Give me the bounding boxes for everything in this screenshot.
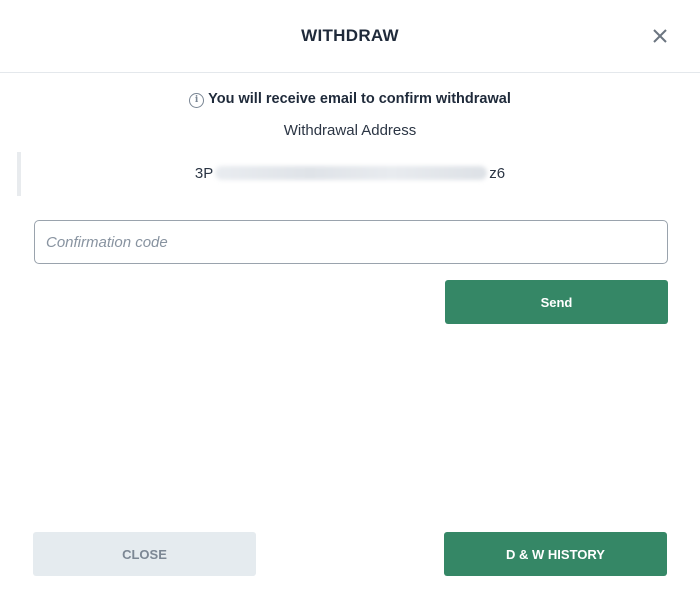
modal-title: WITHDRAW bbox=[301, 26, 399, 45]
address-redacted bbox=[215, 166, 488, 180]
send-button[interactable]: Send bbox=[445, 280, 668, 324]
close-icon[interactable] bbox=[650, 26, 670, 46]
withdrawal-address-value: 3P z6 bbox=[0, 165, 700, 182]
confirmation-code-input[interactable] bbox=[34, 220, 668, 264]
email-confirm-notice: i You will receive email to confirm withd… bbox=[0, 91, 700, 108]
info-icon: i bbox=[189, 93, 205, 108]
dw-history-button[interactable]: D & W HISTORY bbox=[444, 532, 667, 576]
notice-text: You will receive email to confirm withdr… bbox=[208, 91, 511, 107]
withdrawal-address-label: Withdrawal Address bbox=[283, 122, 417, 139]
modal-header: WITHDRAW bbox=[0, 0, 700, 73]
close-button[interactable]: CLOSE bbox=[33, 532, 256, 576]
withdraw-modal: WITHDRAW i You will receive email to conf… bbox=[0, 0, 700, 608]
address-suffix: z6 bbox=[489, 165, 506, 182]
address-prefix: 3P bbox=[194, 165, 214, 182]
